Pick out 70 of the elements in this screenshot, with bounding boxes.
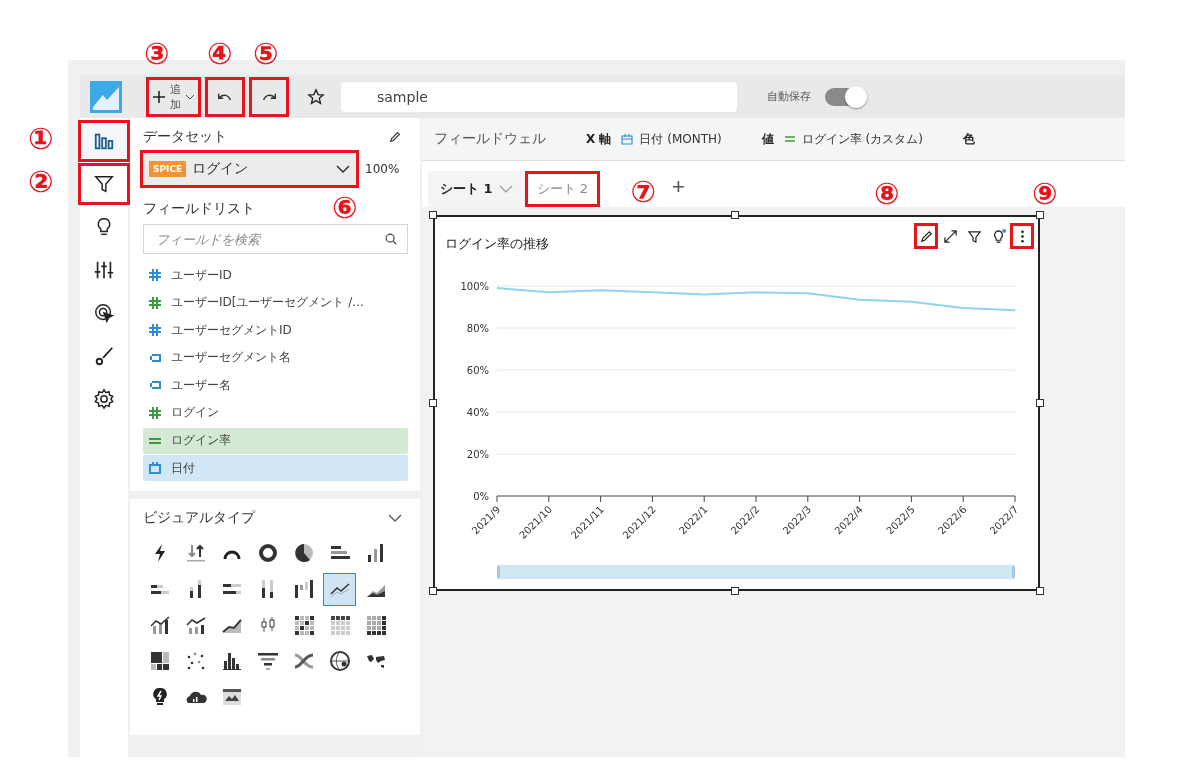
section-title: ビジュアルタイプ <box>143 508 255 527</box>
callout-number: ⑨ <box>1032 179 1058 209</box>
plus-icon <box>152 89 166 104</box>
callout-number: ⑥ <box>332 193 358 223</box>
sheet-tab[interactable]: シート 1 <box>428 171 525 207</box>
field-item[interactable]: ユーザーセグメント名 <box>143 344 408 371</box>
callout-number: ⑦ <box>630 177 656 207</box>
well-label: 値 <box>761 130 774 148</box>
chevron-icon <box>336 165 350 173</box>
visual-title: ログイン率の推移 <box>445 236 549 251</box>
resize-handle[interactable] <box>429 399 437 407</box>
callout-number: ⑤ <box>253 38 279 69</box>
equals-icon <box>783 133 796 145</box>
sheet-tab[interactable]: シート 2 <box>524 171 600 207</box>
y-axis-label: 0% <box>473 491 489 502</box>
callout-number: ③ <box>144 38 170 69</box>
field-wells-label: フィールドウェル <box>434 130 546 148</box>
range-slider[interactable] <box>497 565 1015 579</box>
callout-number: ⑧ <box>874 179 900 209</box>
resize-handle[interactable] <box>731 211 739 219</box>
filter-icon[interactable] <box>78 163 130 205</box>
more-icon[interactable] <box>1010 223 1034 249</box>
well-label: 色 <box>962 130 975 148</box>
field-item[interactable]: ユーザー名 <box>143 372 408 399</box>
y-axis-label: 60% <box>466 365 489 376</box>
chevron-icon <box>498 185 513 193</box>
section-title: フィールドリスト <box>143 200 255 218</box>
visual-card[interactable] <box>433 215 1040 591</box>
callout-number: ① <box>28 124 54 154</box>
autosave-toggle[interactable] <box>825 87 865 106</box>
add-button[interactable]: 追加 <box>146 76 201 117</box>
callout-number: ② <box>28 167 54 197</box>
dataset-dropdown[interactable]: SPICE ログイン <box>140 150 359 188</box>
line-chart-icon[interactable] <box>323 572 356 606</box>
resize-handle[interactable] <box>731 587 739 595</box>
field-item[interactable]: ログイン <box>143 399 408 426</box>
title-field[interactable]: sample <box>341 81 737 112</box>
y-axis-label: 80% <box>466 323 489 334</box>
search-icon <box>384 232 398 246</box>
star-icon[interactable] <box>307 87 325 106</box>
redo-button[interactable] <box>249 76 289 117</box>
y-axis-label: 20% <box>466 449 489 460</box>
well-field[interactable]: 日付 (MONTH) <box>639 130 722 148</box>
resize-handle[interactable] <box>1036 587 1044 595</box>
field-item[interactable]: ユーザーID <box>143 262 408 288</box>
resize-handle[interactable] <box>1036 399 1044 407</box>
autosave-label: 自動保存 <box>767 89 811 104</box>
field-item[interactable]: ログイン率 <box>143 427 408 454</box>
pencil-icon[interactable] <box>388 130 402 144</box>
add-sheet-button[interactable]: + <box>666 171 691 203</box>
field-item[interactable]: ユーザーセグメントID <box>143 317 408 344</box>
dataset-percent: 100% <box>365 162 400 176</box>
resize-handle[interactable] <box>1036 211 1044 219</box>
resize-handle[interactable] <box>429 211 437 219</box>
y-axis-label: 100% <box>460 281 489 292</box>
search-field[interactable]: フィールドを検索 <box>143 224 408 254</box>
resize-handle[interactable] <box>429 587 437 595</box>
chevron-icon <box>185 93 195 100</box>
calendar-icon <box>621 133 634 145</box>
logo-icon <box>90 80 122 113</box>
bar-chart-icon[interactable] <box>78 120 130 162</box>
undo-button[interactable] <box>205 76 245 117</box>
section-title: データセット <box>143 128 227 146</box>
field-item[interactable]: ユーザーID[ユーザーセグメント /... <box>143 289 408 316</box>
pencil-icon[interactable] <box>914 223 938 249</box>
well-field[interactable]: ログイン率 (カスタム) <box>801 130 923 148</box>
well-label: X 軸 <box>586 130 612 148</box>
y-axis-label: 40% <box>466 407 489 418</box>
field-item[interactable]: 日付 <box>143 455 408 482</box>
callout-number: ④ <box>207 38 233 69</box>
